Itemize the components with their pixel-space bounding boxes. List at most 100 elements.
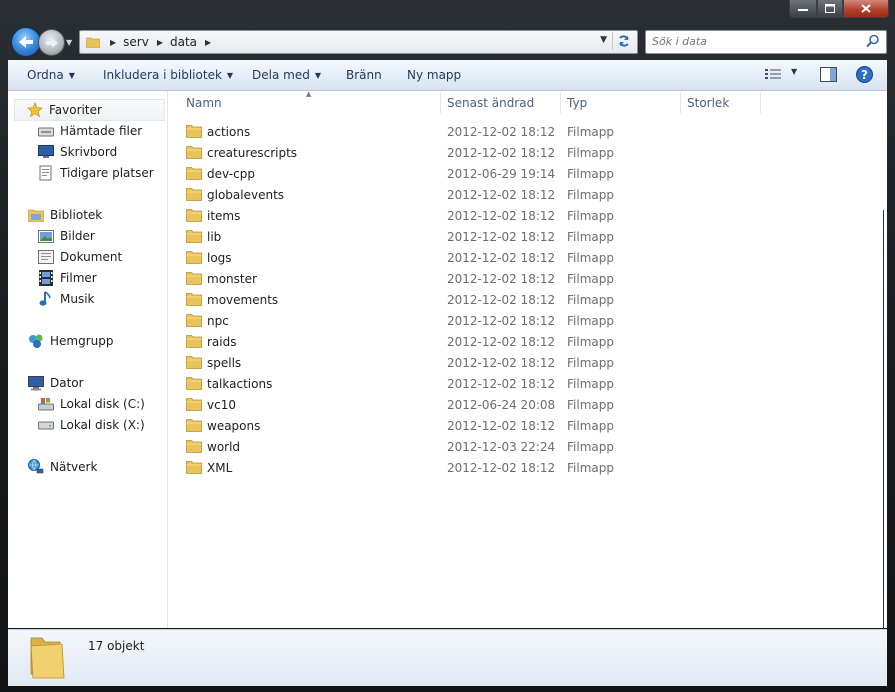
folder-icon bbox=[186, 272, 202, 285]
breadcrumb-separator-icon[interactable]: ▶ bbox=[110, 38, 116, 47]
file-modified: 2012-12-02 18:12 bbox=[447, 314, 556, 328]
file-row[interactable]: monster 2012-12-02 18:12 Filmapp bbox=[186, 268, 746, 289]
file-modified: 2012-12-02 18:12 bbox=[447, 209, 556, 223]
help-button[interactable]: ? bbox=[856, 66, 873, 86]
file-row[interactable]: XML 2012-12-02 18:12 Filmapp bbox=[186, 457, 746, 478]
file-name: monster bbox=[207, 272, 257, 286]
file-type: Filmapp bbox=[567, 440, 614, 454]
file-modified: 2012-12-02 18:12 bbox=[447, 146, 556, 160]
minimize-button[interactable] bbox=[789, 0, 817, 18]
file-row[interactable]: logs 2012-12-02 18:12 Filmapp bbox=[186, 247, 746, 268]
file-row[interactable]: movements 2012-12-02 18:12 Filmapp bbox=[186, 289, 746, 310]
sidebar-item-libraries[interactable]: Bibliotek bbox=[28, 207, 102, 223]
file-modified: 2012-12-02 18:12 bbox=[447, 272, 556, 286]
column-header-size[interactable]: Storlek bbox=[687, 96, 729, 110]
file-row[interactable]: globalevents 2012-12-02 18:12 Filmapp bbox=[186, 184, 746, 205]
column-divider[interactable] bbox=[560, 93, 561, 113]
file-row[interactable]: npc 2012-12-02 18:12 Filmapp bbox=[186, 310, 746, 331]
file-name: raids bbox=[207, 335, 237, 349]
file-type: Filmapp bbox=[567, 419, 614, 433]
sidebar-item-network[interactable]: Nätverk bbox=[28, 459, 97, 475]
breadcrumb-separator-icon[interactable]: ▶ bbox=[205, 38, 211, 47]
maximize-button[interactable] bbox=[817, 0, 843, 18]
explorer-content: Favoriter Hämtade filer Skrivbord Tidiga… bbox=[8, 90, 887, 628]
sidebar-item-label: Hämtade filer bbox=[60, 124, 143, 138]
column-header-modified[interactable]: Senast ändrad bbox=[447, 96, 534, 110]
sidebar-item-desktop[interactable]: Skrivbord bbox=[38, 144, 117, 160]
file-modified: 2012-12-02 18:12 bbox=[447, 188, 556, 202]
sort-ascending-icon: ▲ bbox=[306, 90, 312, 98]
file-type: Filmapp bbox=[567, 314, 614, 328]
column-divider[interactable] bbox=[760, 93, 761, 113]
organize-menu-button[interactable]: Ordna ▼ bbox=[27, 68, 75, 82]
sidebar-item-downloads[interactable]: Hämtade filer bbox=[38, 123, 142, 139]
sidebar-item-label: Dokument bbox=[60, 250, 123, 264]
file-modified: 2012-12-02 18:12 bbox=[447, 230, 556, 244]
file-row[interactable]: items 2012-12-02 18:12 Filmapp bbox=[186, 205, 746, 226]
chevron-down-icon: ▼ bbox=[68, 71, 75, 80]
folder-icon bbox=[186, 335, 202, 348]
file-type: Filmapp bbox=[567, 356, 614, 370]
libraries-icon bbox=[28, 207, 44, 223]
share-with-button[interactable]: Dela med ▼ bbox=[252, 68, 321, 82]
file-row[interactable]: lib 2012-12-02 18:12 Filmapp bbox=[186, 226, 746, 247]
sidebar-item-music[interactable]: Musik bbox=[38, 291, 95, 307]
file-name: dev-cpp bbox=[207, 167, 255, 181]
address-bar[interactable]: ▶ serv ▶ data ▶ ▼ bbox=[79, 30, 638, 54]
back-button[interactable] bbox=[11, 27, 41, 57]
file-type: Filmapp bbox=[567, 146, 614, 160]
change-view-button[interactable] bbox=[765, 68, 781, 83]
breadcrumb-item-serv[interactable]: serv bbox=[123, 35, 149, 49]
column-header-type[interactable]: Typ bbox=[567, 96, 587, 110]
view-options-dropdown[interactable]: ▼ bbox=[791, 67, 797, 76]
file-row[interactable]: world 2012-12-03 22:24 Filmapp bbox=[186, 436, 746, 457]
file-row[interactable]: dev-cpp 2012-06-29 19:14 Filmapp bbox=[186, 163, 746, 184]
sidebar-item-label: Skrivbord bbox=[60, 145, 118, 159]
file-row[interactable]: raids 2012-12-02 18:12 Filmapp bbox=[186, 331, 746, 352]
new-folder-button[interactable]: Ny mapp bbox=[407, 68, 461, 82]
folder-icon bbox=[186, 398, 202, 411]
preview-pane-button[interactable] bbox=[820, 67, 837, 85]
sidebar-item-pictures[interactable]: Bilder bbox=[38, 228, 95, 244]
sidebar-item-recent-places[interactable]: Tidigare platser bbox=[38, 165, 154, 181]
pictures-icon bbox=[38, 228, 54, 244]
breadcrumb-item-data[interactable]: data bbox=[170, 35, 197, 49]
file-row[interactable]: vc10 2012-06-24 20:08 Filmapp bbox=[186, 394, 746, 415]
file-row[interactable]: creaturescripts 2012-12-02 18:12 Filmapp bbox=[186, 142, 746, 163]
chevron-down-icon: ▼ bbox=[226, 71, 234, 80]
sidebar-item-homegroup[interactable]: Hemgrupp bbox=[28, 333, 114, 349]
burn-button[interactable]: Bränn bbox=[346, 68, 382, 82]
column-divider[interactable] bbox=[680, 93, 681, 113]
sidebar-item-drive-x[interactable]: Lokal disk (X:) bbox=[38, 417, 145, 433]
star-icon bbox=[27, 102, 43, 118]
details-pane: 17 objekt bbox=[8, 629, 887, 686]
sidebar-item-videos[interactable]: Filmer bbox=[38, 270, 97, 286]
close-button[interactable] bbox=[843, 0, 889, 18]
sidebar-item-label: Tidigare platser bbox=[60, 166, 154, 180]
sidebar-item-computer[interactable]: Dator bbox=[28, 375, 84, 391]
address-history-dropdown[interactable]: ▼ bbox=[600, 35, 607, 45]
column-header-name[interactable]: Namn bbox=[186, 96, 222, 110]
search-input[interactable] bbox=[652, 31, 852, 51]
sidebar-item-favorites[interactable]: Favoriter bbox=[14, 99, 165, 121]
music-icon bbox=[38, 291, 54, 307]
breadcrumb-separator-icon[interactable]: ▶ bbox=[157, 38, 163, 47]
column-divider[interactable] bbox=[440, 93, 441, 113]
file-row[interactable]: spells 2012-12-02 18:12 Filmapp bbox=[186, 352, 746, 373]
search-icon[interactable] bbox=[866, 34, 880, 48]
preview-pane-icon bbox=[820, 67, 837, 82]
sidebar-item-label: Bilder bbox=[60, 229, 95, 243]
folder-icon bbox=[186, 209, 202, 222]
file-row[interactable]: talkactions 2012-12-02 18:12 Filmapp bbox=[186, 373, 746, 394]
file-name: spells bbox=[207, 356, 242, 370]
file-row[interactable]: weapons 2012-12-02 18:12 Filmapp bbox=[186, 415, 746, 436]
file-row[interactable]: actions 2012-12-02 18:12 Filmapp bbox=[186, 121, 746, 142]
recent-pages-dropdown[interactable]: ▼ bbox=[66, 38, 74, 47]
forward-button[interactable] bbox=[38, 29, 65, 56]
sidebar-item-documents[interactable]: Dokument bbox=[38, 249, 122, 265]
include-in-library-button[interactable]: Inkludera i bibliotek ▼ bbox=[103, 68, 233, 82]
include-library-label: Inkludera i bibliotek bbox=[103, 68, 222, 82]
refresh-button[interactable] bbox=[612, 32, 635, 50]
sidebar-item-drive-c[interactable]: Lokal disk (C:) bbox=[38, 396, 145, 412]
svg-text:?: ? bbox=[861, 68, 868, 82]
